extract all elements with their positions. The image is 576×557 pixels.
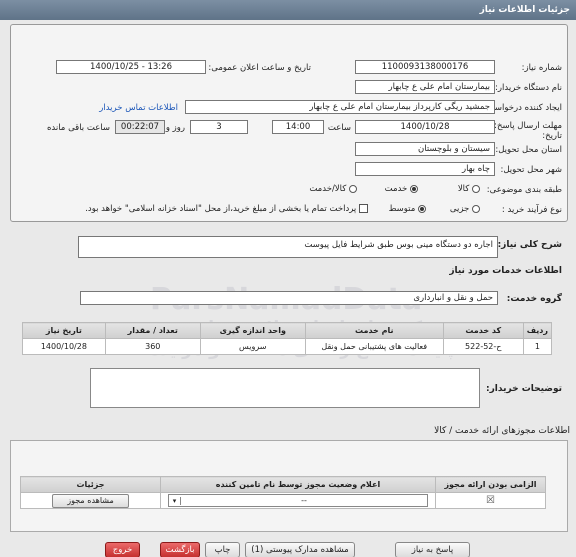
view-permit-button[interactable]: مشاهده مجوز <box>52 493 129 508</box>
process-medium-radio[interactable] <box>418 204 426 213</box>
chevron-down-icon[interactable]: ▾ <box>169 496 181 505</box>
buyer-label: نام دستگاه خریدار: <box>495 83 562 93</box>
col-unit: واحد اندازه گیری <box>199 322 306 339</box>
process-minor-radio[interactable] <box>472 204 480 213</box>
cell-unit: سرویس <box>199 338 306 355</box>
need-number-field: 1100093138000176 <box>355 60 495 74</box>
permits-table: الزامی بودن ارائه مجوز اعلام وضعیت مجوز … <box>20 476 546 509</box>
time-label: ساعت <box>327 123 351 133</box>
city-label: شهر محل تحویل: <box>500 165 562 175</box>
days-field: 3 <box>190 120 248 134</box>
service-group-label: گروه خدمت: <box>506 294 562 304</box>
category-goods-radio[interactable] <box>472 184 480 193</box>
col-service-name: نام خدمت <box>304 322 444 339</box>
category-option-service[interactable]: خدمت <box>385 184 418 194</box>
back-button[interactable]: بازگشت <box>160 542 200 557</box>
services-title: اطلاعات خدمات مورد نیاز <box>449 266 562 276</box>
col-permit-required: الزامی بودن ارائه مجوز <box>435 476 546 493</box>
description-label: شرح کلی نیاز: <box>497 240 562 250</box>
permit-status-select[interactable]: -- ▾ <box>168 494 428 507</box>
col-quantity: تعداد / مقدار <box>104 322 201 339</box>
deadline-time-field: 14:00 <box>272 120 324 134</box>
col-service-code: کد خدمت <box>442 322 524 339</box>
page-title: جزئیات اطلاعات نیاز <box>479 5 570 15</box>
permit-row: ☒ -- ▾ مشاهده مجوز <box>20 492 546 509</box>
creator-field: جمشید ریگی کارپرداز بیمارستان امام علی ع… <box>185 100 495 114</box>
page-title-bar: جزئیات اطلاعات نیاز <box>0 0 576 20</box>
col-need-date: تاریخ نیاز <box>22 322 106 339</box>
city-field: چاه بهار <box>355 162 495 176</box>
cell-need-date: 1400/10/28 <box>22 338 106 355</box>
category-label: طبقه بندی موضوعی: <box>486 185 562 195</box>
service-group-field: حمل و نقل و انبارداری <box>80 291 498 305</box>
province-label: استان محل تحویل: <box>495 145 562 155</box>
permit-required-cell: ☒ <box>435 492 546 509</box>
cell-service-code: ح-52-522 <box>442 338 524 355</box>
creator-label: ایجاد کننده درخواست: <box>483 103 562 113</box>
print-button[interactable]: چاپ <box>205 542 240 557</box>
process-option-medium[interactable]: متوسط <box>389 204 426 214</box>
col-row: ردیف <box>522 322 553 339</box>
cell-quantity: 360 <box>104 338 201 355</box>
col-permit-details: جزئیات <box>20 476 161 493</box>
permit-details-cell: مشاهده مجوز <box>20 492 161 509</box>
treasury-checkbox[interactable] <box>359 204 368 213</box>
treasury-payment-option[interactable]: پرداخت تمام یا بخشی از مبلغ خرید،از محل … <box>85 204 368 214</box>
permits-title: اطلاعات مجوزهای ارائه خدمت / کالا <box>434 426 570 436</box>
exit-button[interactable]: خروج <box>105 542 140 557</box>
category-service-radio[interactable] <box>410 184 418 193</box>
remaining-time-field: 00:22:07 <box>115 120 165 134</box>
description-field: اجاره دو دستگاه مینی بوس طبق شرایط فایل … <box>78 236 498 258</box>
buyer-notes-label: توضیحات خریدار: <box>486 384 562 394</box>
process-option-minor[interactable]: جزیی <box>450 204 480 214</box>
view-attachments-button[interactable]: مشاهده مدارک پیوستی (1) <box>245 542 355 557</box>
category-option-goods[interactable]: کالا <box>458 184 480 194</box>
col-permit-status: اعلام وضعیت مجوز توسط نام تامین کننده <box>160 476 436 493</box>
remaining-label: ساعت باقی مانده <box>46 123 110 133</box>
reply-to-need-button[interactable]: پاسخ به نیاز <box>395 542 470 557</box>
buyer-notes-field <box>90 368 480 408</box>
process-label: نوع فرآیند خرید : <box>501 205 562 215</box>
contact-buyer-link[interactable]: اطلاعات تماس خریدار <box>99 103 178 113</box>
checked-box-icon: ☒ <box>486 495 495 506</box>
category-both-radio[interactable] <box>349 184 357 193</box>
days-label: روز و <box>165 123 185 133</box>
cell-row: 1 <box>522 338 553 355</box>
announce-field: 1400/10/25 - 13:26 <box>56 60 206 74</box>
services-table: ردیف کد خدمت نام خدمت واحد اندازه گیری ت… <box>22 322 553 355</box>
permit-status-cell: -- ▾ <box>160 492 436 509</box>
announce-label: تاریخ و ساعت اعلان عمومی: <box>208 63 311 73</box>
deadline-date-field: 1400/10/28 <box>355 120 495 134</box>
permit-status-value: -- <box>301 496 307 505</box>
category-option-both[interactable]: کالا/خدمت <box>309 184 357 194</box>
province-field: سیستان و بلوچستان <box>355 142 495 156</box>
need-number-label: شماره نیاز: <box>521 63 562 73</box>
cell-service-name: فعالیت های پشتیبانی حمل ونقل <box>304 338 444 355</box>
buyer-field: بیمارستان امام علی ع چابهار <box>355 80 495 94</box>
table-row: 1 ح-52-522 فعالیت های پشتیبانی حمل ونقل … <box>22 338 553 355</box>
